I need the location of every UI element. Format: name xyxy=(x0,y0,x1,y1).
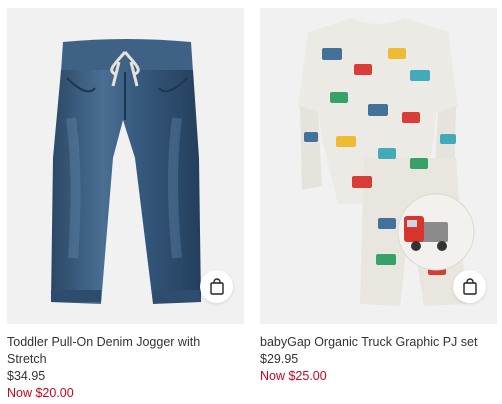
product-image-denim-jogger[interactable] xyxy=(7,8,244,324)
shopping-bag-icon xyxy=(462,277,477,295)
add-to-bag-button[interactable] xyxy=(453,270,486,303)
product-name[interactable]: babyGap Organic Truck Graphic PJ set xyxy=(260,334,492,351)
product-card-denim-jogger[interactable]: Toddler Pull-On Denim Jogger with Stretc… xyxy=(7,8,244,402)
product-price: $29.95 xyxy=(260,352,299,366)
product-sale-price: Now $20.00 xyxy=(7,386,74,400)
product-price: $34.95 xyxy=(7,369,46,383)
product-card-truck-pj[interactable]: babyGap Organic Truck Graphic PJ set $29… xyxy=(260,8,497,385)
product-image-truck-pj[interactable] xyxy=(260,8,497,324)
product-sale-price: Now $25.00 xyxy=(260,369,327,383)
shopping-bag-icon xyxy=(209,277,224,295)
add-to-bag-button[interactable] xyxy=(200,270,233,303)
product-name[interactable]: Toddler Pull-On Denim Jogger with Stretc… xyxy=(7,334,239,368)
